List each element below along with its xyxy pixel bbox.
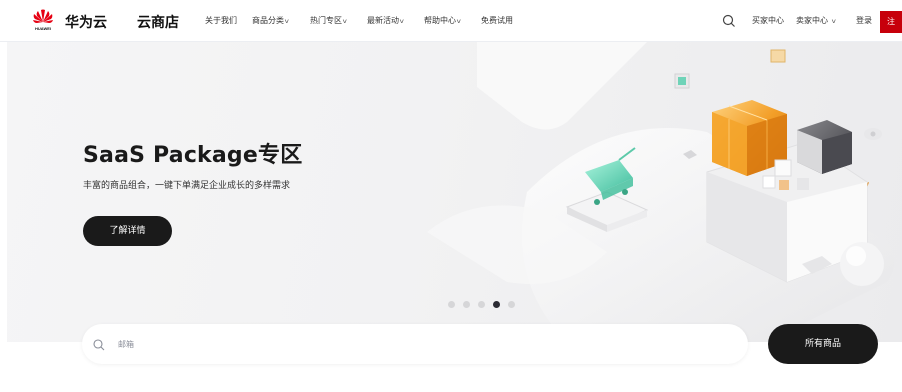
all-products-button[interactable]: 所有商品: [768, 324, 878, 364]
seller-center-link[interactable]: 卖家中心 v: [796, 15, 836, 26]
carousel-dot[interactable]: [463, 301, 470, 308]
search-icon: [92, 337, 106, 351]
carousel-dot[interactable]: [448, 301, 455, 308]
banner-title: SaaS Package专区: [83, 143, 303, 168]
carousel-dot-active[interactable]: [493, 301, 500, 308]
brand-name[interactable]: 华为云: [65, 12, 107, 32]
register-button[interactable]: 注: [880, 11, 902, 33]
chevron-down-icon: v: [456, 18, 461, 25]
seller-center-label: 卖家中心: [796, 16, 828, 25]
nav-item-events[interactable]: 最新活动v: [367, 15, 404, 26]
carousel-dot[interactable]: [478, 301, 485, 308]
nav-label: 最新活动: [367, 16, 399, 25]
huawei-logo[interactable]: HUAWEI: [33, 9, 53, 31]
nav-item-hot[interactable]: 热门专区v: [310, 15, 347, 26]
banner-illustration: [427, 42, 895, 342]
nav-label: 商品分类: [252, 16, 284, 25]
product-search-box[interactable]: [82, 324, 748, 364]
nav-item-help[interactable]: 帮助中心v: [424, 15, 461, 26]
chevron-down-icon: v: [399, 18, 404, 25]
chevron-down-icon: v: [831, 18, 836, 25]
logo-text: HUAWEI: [35, 26, 51, 31]
hero-banner[interactable]: SaaS Package专区 丰富的商品组合，一键下单满足企业成长的多样需求 了…: [7, 42, 902, 342]
carousel-dot[interactable]: [508, 301, 515, 308]
nav-item-free-trial[interactable]: 免费试用: [481, 15, 513, 26]
nav-item-about[interactable]: 关于我们: [205, 15, 237, 26]
search-icon[interactable]: [721, 13, 737, 29]
nav-label: 帮助中心: [424, 16, 456, 25]
buyer-center-link[interactable]: 买家中心: [752, 15, 784, 26]
chevron-down-icon: v: [342, 18, 347, 25]
login-link[interactable]: 登录: [856, 15, 872, 26]
nav-item-categories[interactable]: 商品分类v: [252, 15, 289, 26]
top-header: HUAWEI 华为云 云商店 关于我们 商品分类v 热门专区v 最新活动v 帮助…: [0, 0, 902, 42]
nav-label: 关于我们: [205, 16, 237, 25]
chevron-down-icon: v: [284, 18, 289, 25]
banner-subtitle: 丰富的商品组合，一键下单满足企业成长的多样需求: [83, 181, 291, 191]
nav-label: 免费试用: [481, 16, 513, 25]
search-input[interactable]: [118, 336, 718, 352]
learn-more-button[interactable]: 了解详情: [83, 216, 172, 246]
store-name[interactable]: 云商店: [137, 12, 179, 32]
nav-label: 热门专区: [310, 16, 342, 25]
